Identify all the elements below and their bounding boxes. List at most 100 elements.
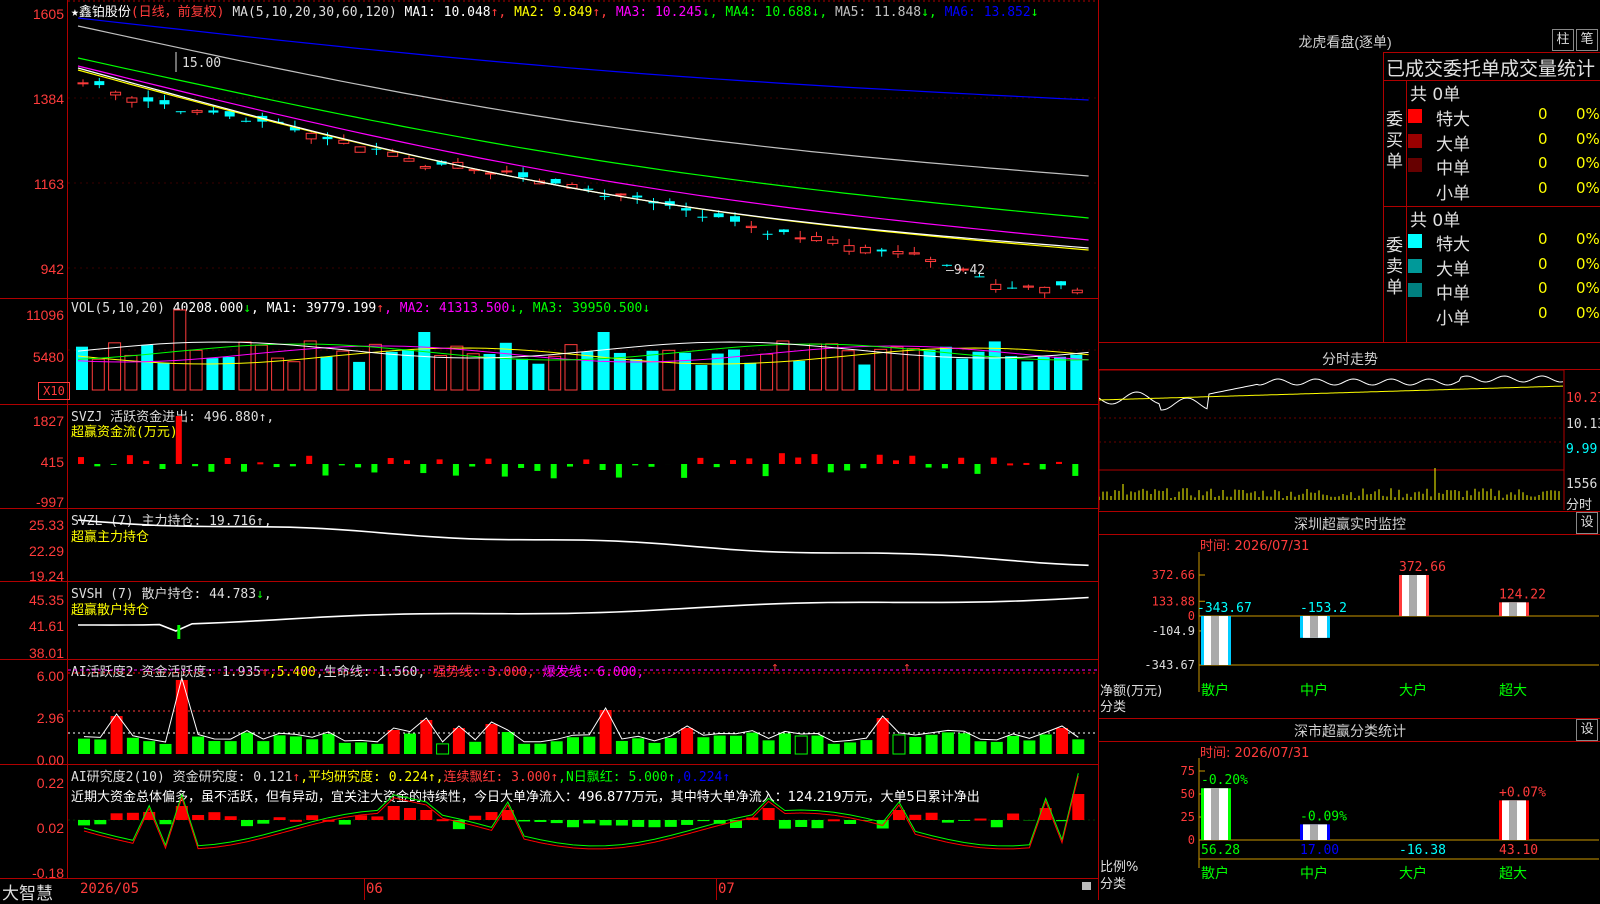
flow-bar: [909, 456, 915, 464]
bar-view-button[interactable]: 柱: [1552, 29, 1574, 51]
ai-active-chart[interactable]: ↑↑: [68, 659, 1098, 764]
active-bar: [225, 741, 237, 754]
category-label: 散户: [1201, 865, 1229, 882]
category-label: 散户: [1201, 682, 1229, 699]
intraday-chart[interactable]: [1099, 370, 1600, 511]
y-tick-label: 415: [0, 454, 64, 470]
candle-body: [812, 237, 822, 241]
volume-bar: [418, 332, 430, 390]
signal-arrow: ↑: [903, 660, 911, 675]
flow-bar: [453, 464, 459, 476]
active-bar: [1056, 728, 1068, 754]
flow-bar: [583, 459, 589, 464]
date-divider: [364, 879, 365, 900]
research-bar: [649, 820, 661, 827]
flow-bar: [323, 464, 329, 476]
volume-bar: [484, 354, 496, 390]
volume-bar: [158, 363, 170, 390]
research-bar: [257, 820, 269, 824]
research-bar: [567, 820, 579, 827]
active-bar: [763, 740, 775, 754]
volume-chart[interactable]: [68, 298, 1098, 404]
volume-bar: [467, 354, 479, 390]
active-bar: [893, 735, 905, 754]
y-tick-label: 133.88: [1152, 594, 1195, 608]
flow-bar: [616, 464, 622, 478]
y-tick-label: 50: [1181, 787, 1195, 801]
flow-bar: [306, 456, 312, 464]
volume-bar: [858, 365, 870, 390]
ma-line: [78, 58, 1089, 218]
fund-flow-chart[interactable]: [68, 404, 1098, 508]
bar-shade: [1509, 800, 1517, 840]
ai-research-chart[interactable]: [68, 764, 1098, 878]
candle-body: [241, 121, 251, 122]
monitor-chart[interactable]: 372.66133.880-104.9-343.67-343.67散户-153.…: [1099, 552, 1600, 718]
research-bar: [893, 810, 905, 820]
y-tick-label: 0.22: [0, 775, 64, 791]
volume-bar: [744, 363, 756, 390]
volume-bar: [581, 351, 593, 390]
pen-view-button[interactable]: 笔: [1576, 29, 1598, 51]
y-tick-label: 25.33: [0, 517, 64, 533]
candle-body: [518, 172, 528, 177]
separator: [1098, 534, 1600, 535]
retail-holding-chart[interactable]: [68, 581, 1098, 659]
sell-total: 共 0单: [1410, 206, 1460, 231]
monitor-settings-button[interactable]: 设: [1576, 512, 1598, 534]
candle-body: [1007, 288, 1017, 289]
active-bar: [616, 741, 628, 754]
active-bar: [339, 743, 351, 754]
retail-holding-line: [78, 598, 1089, 632]
volume-bar: [272, 358, 284, 390]
volume-bar: [386, 352, 398, 390]
sell-row: 中单00%: [1408, 279, 1598, 301]
y-tick-label: 1827: [0, 413, 64, 429]
candle-body: [909, 253, 919, 254]
classify-settings-button[interactable]: 设: [1576, 719, 1598, 741]
active-bar: [111, 716, 123, 754]
research-bar: [225, 816, 237, 820]
research-line-2: [84, 776, 1078, 849]
flow-bar: [860, 464, 866, 468]
active-bar: [860, 740, 872, 754]
y-tick-label: 6.00: [0, 668, 64, 684]
active-bar: [1072, 739, 1084, 754]
research-bar: [78, 820, 90, 825]
volume-bar: [761, 354, 773, 390]
candle-body: [355, 147, 365, 152]
separator: [1098, 741, 1600, 742]
flow-bar: [486, 459, 492, 464]
active-bar: [241, 733, 253, 754]
research-bar: [551, 820, 563, 823]
date-tick: 2026/05: [80, 881, 139, 897]
active-bar: [551, 741, 563, 754]
separator: [1098, 342, 1600, 343]
flow-bar: [779, 453, 785, 464]
classify-chart[interactable]: 7550250-0.20%56.28散户-0.09%17.00中户-16.38大…: [1099, 758, 1600, 900]
research-bar: [94, 820, 106, 824]
volume-bar: [1054, 357, 1066, 390]
category-label: 大户: [1399, 865, 1427, 882]
flow-bar: [420, 464, 426, 473]
research-bar: [388, 806, 400, 820]
kline-chart[interactable]: 15.00—9.42: [68, 0, 1098, 298]
flow-bar: [828, 464, 834, 472]
candle-body: [306, 133, 316, 139]
volume-bar: [826, 344, 838, 390]
active-bar: [958, 733, 970, 754]
lock-icon[interactable]: [1082, 882, 1091, 890]
flow-bar: [257, 462, 263, 464]
separator: [1383, 52, 1384, 342]
candle-body: [160, 100, 170, 104]
flow-bar: [94, 464, 100, 466]
candle-body: [127, 98, 137, 102]
flow-bar: [975, 464, 981, 474]
vol-unit-badge[interactable]: X10: [38, 382, 70, 400]
main-holding-chart[interactable]: [68, 508, 1098, 581]
active-bar: [795, 736, 807, 754]
candle-body: [502, 171, 512, 172]
flow-bar: [600, 464, 606, 470]
candle-body: [600, 196, 610, 197]
research-bar: [958, 820, 970, 821]
